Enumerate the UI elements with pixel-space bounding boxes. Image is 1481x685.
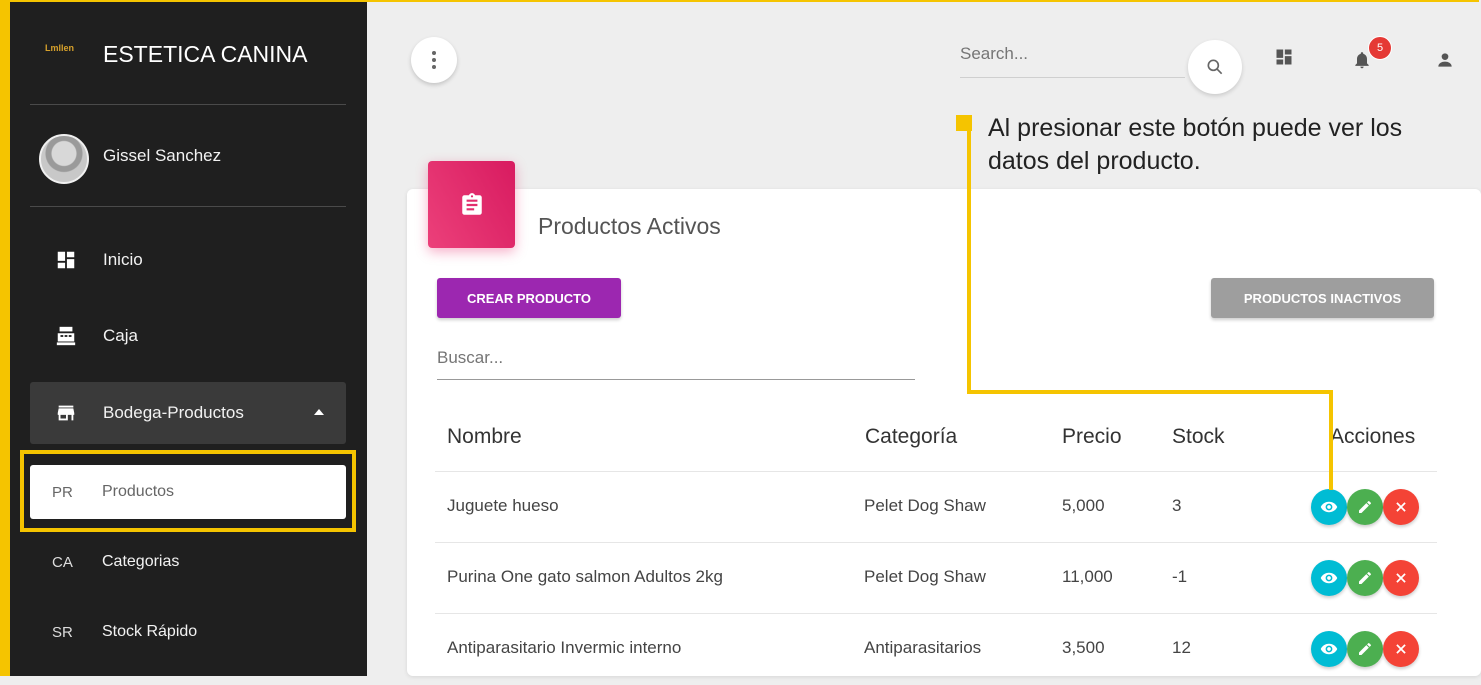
- chevron-up-icon: [314, 409, 324, 415]
- clipboard-icon: [428, 161, 515, 248]
- cell-stock: -1: [1172, 567, 1188, 586]
- divider: [30, 104, 346, 105]
- cell-categoria: Pelet Dog Shaw: [864, 567, 986, 586]
- cell-precio: 5,000: [1062, 496, 1105, 515]
- close-icon: [1396, 644, 1406, 654]
- table-row: Juguete hueso Pelet Dog Shaw 5,000 3: [435, 471, 1437, 543]
- search-icon: [1207, 59, 1223, 75]
- search-input[interactable]: [960, 44, 1180, 64]
- logo: Lmllen: [45, 43, 75, 53]
- callout-text: Al presionar este botón puede ver los da…: [988, 114, 1403, 175]
- column-header-precio: Precio: [1062, 425, 1122, 448]
- card-title: Productos Activos: [538, 213, 721, 239]
- dot: [432, 58, 436, 62]
- sidebar-subitem-categorias[interactable]: CA Categorias: [30, 535, 346, 589]
- account-icon[interactable]: [1433, 48, 1457, 72]
- row-actions: [1311, 489, 1431, 527]
- sidebar: Lmllen ESTETICA CANINA Gissel Sanchez In…: [0, 0, 367, 676]
- subitem-abbr: CA: [52, 553, 73, 571]
- callout-line: [967, 390, 1333, 394]
- eye-icon: [1320, 572, 1338, 584]
- pencil-icon: [1359, 500, 1371, 513]
- pencil-icon: [1359, 642, 1371, 655]
- dot: [432, 51, 436, 55]
- close-icon: [1396, 573, 1406, 583]
- cell-precio: 11,000: [1062, 567, 1113, 586]
- row-actions: [1311, 631, 1431, 669]
- cell-nombre: Antiparasitario Invermic interno: [447, 638, 682, 657]
- view-button[interactable]: [1311, 560, 1347, 596]
- sidebar-item-label: Inicio: [103, 250, 143, 269]
- sidebar-item-bodega-productos[interactable]: Bodega-Productos: [30, 382, 346, 444]
- sidebar-item-label: Bodega-Productos: [103, 403, 244, 422]
- sidebar-subitem-stock-rapido[interactable]: SR Stock Rápido: [30, 605, 346, 659]
- pencil-icon: [1359, 571, 1371, 584]
- column-header-acciones: Acciones: [1330, 425, 1416, 448]
- highlight-box: [20, 450, 356, 532]
- search-field: [960, 44, 1185, 78]
- row-actions: [1311, 560, 1431, 598]
- subitem-abbr: SR: [52, 623, 73, 641]
- delete-button[interactable]: [1383, 489, 1419, 525]
- filter-input[interactable]: [437, 348, 907, 368]
- sidebar-item-caja[interactable]: Caja: [30, 305, 346, 367]
- create-product-button[interactable]: CREAR PRODUCTO: [437, 278, 621, 318]
- close-icon: [1396, 502, 1406, 512]
- dashboard-icon[interactable]: [1272, 45, 1296, 69]
- delete-button[interactable]: [1383, 560, 1419, 596]
- notification-badge: 5: [1368, 36, 1392, 60]
- column-header-categoria: Categoría: [865, 425, 958, 448]
- view-button[interactable]: [1311, 631, 1347, 667]
- column-header-stock: Stock: [1172, 425, 1225, 448]
- filter-field: [437, 348, 915, 380]
- dot: [432, 65, 436, 69]
- edit-button[interactable]: [1347, 489, 1383, 525]
- highlight-border: [0, 0, 10, 676]
- view-button[interactable]: [1311, 489, 1347, 525]
- column-header-nombre: Nombre: [447, 425, 522, 448]
- delete-button[interactable]: [1383, 631, 1419, 667]
- callout-line: [1329, 390, 1333, 490]
- eye-icon: [1320, 643, 1338, 655]
- subitem-label: Categorias: [102, 553, 180, 570]
- callout-marker: [956, 115, 972, 131]
- sidebar-item-label: Caja: [103, 326, 138, 345]
- table-row: Antiparasitario Invermic interno Antipar…: [435, 613, 1437, 685]
- cell-nombre: Purina One gato salmon Adultos 2kg: [447, 567, 723, 586]
- table-row: Purina One gato salmon Adultos 2kg Pelet…: [435, 542, 1437, 614]
- edit-button[interactable]: [1347, 631, 1383, 667]
- inactive-products-button[interactable]: PRODUCTOS INACTIVOS: [1211, 278, 1434, 318]
- cell-categoria: Pelet Dog Shaw: [864, 496, 986, 515]
- brand-title[interactable]: ESTETICA CANINA: [103, 41, 307, 68]
- cell-precio: 3,500: [1062, 638, 1105, 657]
- sidebar-item-inicio[interactable]: Inicio: [30, 229, 346, 291]
- callout-line: [967, 131, 971, 394]
- cell-stock: 3: [1172, 496, 1182, 515]
- user-name[interactable]: Gissel Sanchez: [103, 146, 221, 166]
- edit-button[interactable]: [1347, 560, 1383, 596]
- avatar[interactable]: [39, 134, 89, 184]
- cash-register-icon: [48, 325, 84, 347]
- eye-icon: [1320, 501, 1338, 513]
- more-menu-button[interactable]: [411, 37, 457, 83]
- search-button[interactable]: [1188, 40, 1242, 94]
- subitem-label: Stock Rápido: [102, 623, 198, 640]
- cell-nombre: Juguete hueso: [447, 496, 559, 515]
- dashboard-icon: [48, 249, 84, 271]
- cell-stock: 12: [1172, 638, 1191, 657]
- cell-categoria: Antiparasitarios: [864, 638, 982, 657]
- store-icon: [48, 402, 84, 424]
- divider: [30, 206, 346, 207]
